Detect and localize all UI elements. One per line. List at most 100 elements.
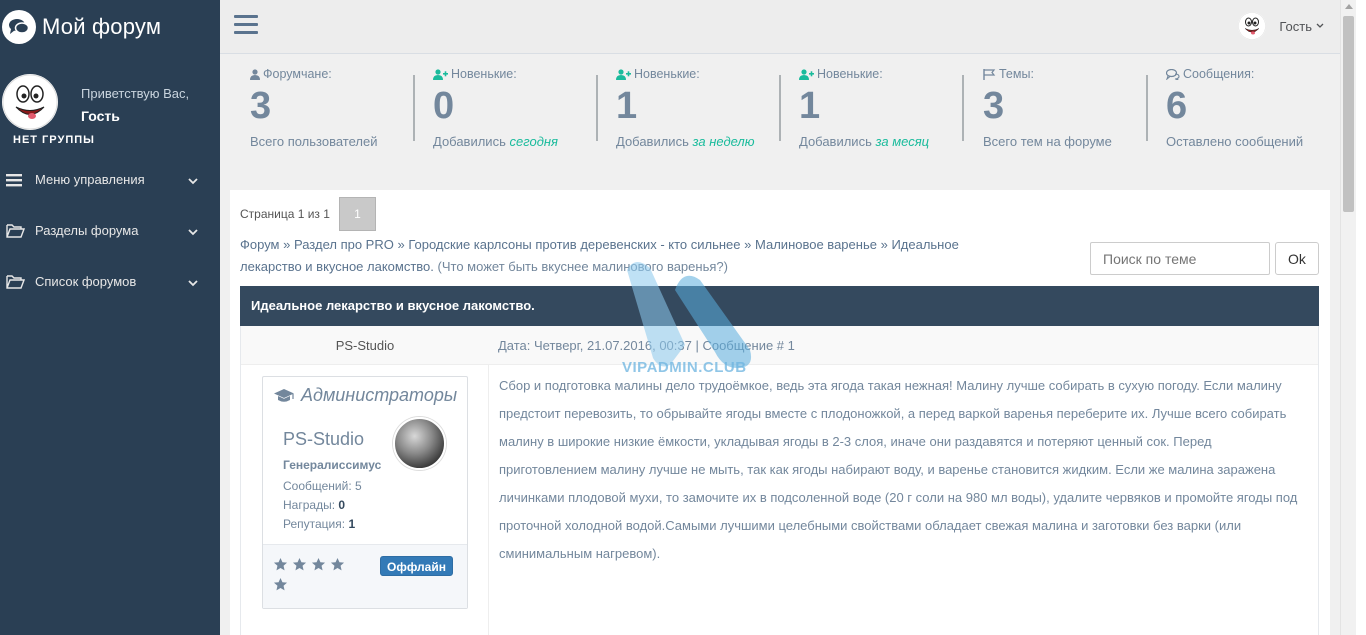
breadcrumb-separator: » — [283, 237, 291, 252]
brand[interactable]: Мой форум — [0, 0, 220, 54]
topic-title: Идеальное лекарство и вкусное лакомство. — [240, 286, 1319, 326]
stat-label: Новенькие: — [451, 67, 517, 81]
star-icon — [330, 557, 345, 571]
stat-label: Темы: — [999, 67, 1034, 81]
stat-count: 0 — [433, 85, 455, 127]
star-icon — [273, 577, 288, 591]
user-plus-icon — [799, 68, 817, 80]
comments-icon — [1166, 68, 1183, 80]
stat-label: Форумчане: — [263, 67, 332, 81]
star-icon — [311, 557, 326, 571]
user-icon — [250, 68, 263, 80]
author-messages: Сообщений: 5 — [283, 479, 362, 493]
divider — [779, 75, 781, 141]
topic-search-input[interactable] — [1090, 242, 1270, 275]
sidebar-item-label: Меню управления — [35, 172, 145, 187]
stat-sub-em: сегодня — [509, 134, 558, 149]
author-name[interactable]: PS-Studio — [283, 429, 364, 450]
post-author-link[interactable]: PS-Studio — [241, 326, 489, 365]
smiley-avatar-icon — [1238, 12, 1267, 40]
stat-sub: Добавились — [433, 134, 510, 149]
stat-sub-em: за неделю — [692, 134, 755, 149]
sidebar-item-forum-list[interactable]: Список форумов — [0, 256, 220, 307]
stat-members: Форумчане: 3 Всего пользователей — [250, 67, 420, 149]
breadcrumb-separator: » — [880, 237, 888, 252]
stat-sub: Оставлено сообщений — [1166, 134, 1304, 149]
page-scrollbar[interactable] — [1340, 0, 1356, 635]
search-ok-button[interactable]: Ok — [1275, 242, 1319, 275]
author-rank: Генералиссимус — [283, 458, 382, 472]
sidebar-item-label: Список форумов — [35, 274, 137, 289]
stat-count: 3 — [983, 85, 1005, 127]
divider — [596, 75, 598, 141]
author-reputation-value: 1 — [348, 517, 356, 531]
flag-icon — [983, 68, 999, 80]
author-card-footer: Оффлайн — [263, 544, 467, 608]
post-body: Сбор и подготовка малины дело трудоёмкое… — [499, 378, 1298, 561]
author-awards: Награды: 0 — [283, 498, 345, 512]
status-badge[interactable]: Оффлайн — [380, 556, 453, 576]
post-header: PS-Studio Дата: Четверг, 21.07.2016, 00:… — [241, 326, 1318, 365]
breadcrumb-link[interactable]: Форум — [240, 237, 280, 252]
breadcrumb-link[interactable]: Малиновое варенье — [755, 237, 877, 252]
stat-new-today: Новенькие: 0 Добавились сегодня — [433, 67, 603, 149]
breadcrumb-separator: » — [397, 237, 405, 252]
stat-sub: Добавились — [799, 134, 876, 149]
scrollbar-thumb[interactable] — [1343, 16, 1354, 212]
menu-toggle-icon[interactable] — [234, 15, 258, 37]
stat-count: 3 — [250, 85, 272, 127]
sidebar-item-forum-sections[interactable]: Разделы форума — [0, 205, 220, 256]
window-edge — [1356, 0, 1366, 635]
author-messages-label: Сообщений: — [283, 479, 355, 493]
stat-new-month: Новенькие: 1 Добавились за месяц — [799, 67, 969, 149]
breadcrumb-link[interactable]: Раздел про PRO — [294, 237, 394, 252]
author-awards-label: Награды: — [283, 498, 339, 512]
sidebar: Мой форум Приветствую Вас, Гость НЕТ ГРУ… — [0, 0, 220, 635]
stat-count: 1 — [616, 85, 638, 127]
topbar: Гость — [220, 0, 1340, 54]
author-reputation-label: Репутация: — [283, 517, 349, 531]
rank-stars — [273, 557, 363, 592]
bars-icon — [6, 173, 28, 187]
chevron-down-icon — [188, 275, 198, 290]
author-messages-value: 5 — [355, 479, 362, 493]
stat-sub-em: за месяц — [875, 134, 930, 149]
user-menu[interactable]: Гость — [1238, 12, 1324, 40]
author-group-label: Администраторы — [301, 385, 458, 405]
author-awards-value: 0 — [338, 498, 346, 512]
avatar[interactable] — [2, 74, 58, 130]
stat-new-week: Новенькие: 1 Добавились за неделю — [616, 67, 786, 149]
star-icon — [273, 557, 288, 571]
stat-label: Новенькие: — [817, 67, 883, 81]
author-photo[interactable] — [393, 417, 446, 470]
stat-sub: Добавились — [616, 134, 693, 149]
author-column: Администраторы PS-Studio Генералиссимус … — [241, 365, 489, 635]
divider — [1146, 75, 1148, 141]
stat-count: 1 — [799, 85, 821, 127]
forum-stats: Форумчане: 3 Всего пользователей Новеньк… — [230, 55, 1330, 187]
sidebar-item-control-menu[interactable]: Меню управления — [0, 154, 220, 205]
post: PS-Studio Дата: Четверг, 21.07.2016, 00:… — [240, 326, 1319, 635]
stat-count: 6 — [1166, 85, 1188, 127]
user-menu-label: Гость — [1279, 18, 1312, 34]
chevron-down-icon — [188, 224, 198, 239]
author-group: Администраторы — [273, 385, 457, 406]
comments-icon — [2, 10, 36, 44]
stat-sub: Всего тем на форуме — [983, 134, 1112, 149]
stat-sub: Всего пользователей — [250, 134, 378, 149]
user-plus-icon — [616, 68, 634, 80]
chevron-down-icon — [188, 173, 198, 188]
author-card: Администраторы PS-Studio Генералиссимус … — [262, 376, 468, 609]
breadcrumb-link[interactable]: Городские карлсоны против деревенских - … — [408, 237, 740, 252]
avatar — [1238, 12, 1267, 40]
scroll-up-icon[interactable] — [1345, 4, 1353, 9]
user-plus-icon — [433, 68, 451, 80]
author-reputation: Репутация: 1 — [283, 517, 355, 531]
stat-label: Сообщения: — [1183, 67, 1255, 81]
user-name: Гость — [81, 108, 120, 124]
chevron-down-icon — [1316, 23, 1324, 29]
graduation-cap-icon — [273, 388, 301, 404]
divider — [962, 75, 964, 141]
page-button-current[interactable]: 1 — [339, 197, 376, 231]
folder-open-icon — [6, 274, 28, 289]
